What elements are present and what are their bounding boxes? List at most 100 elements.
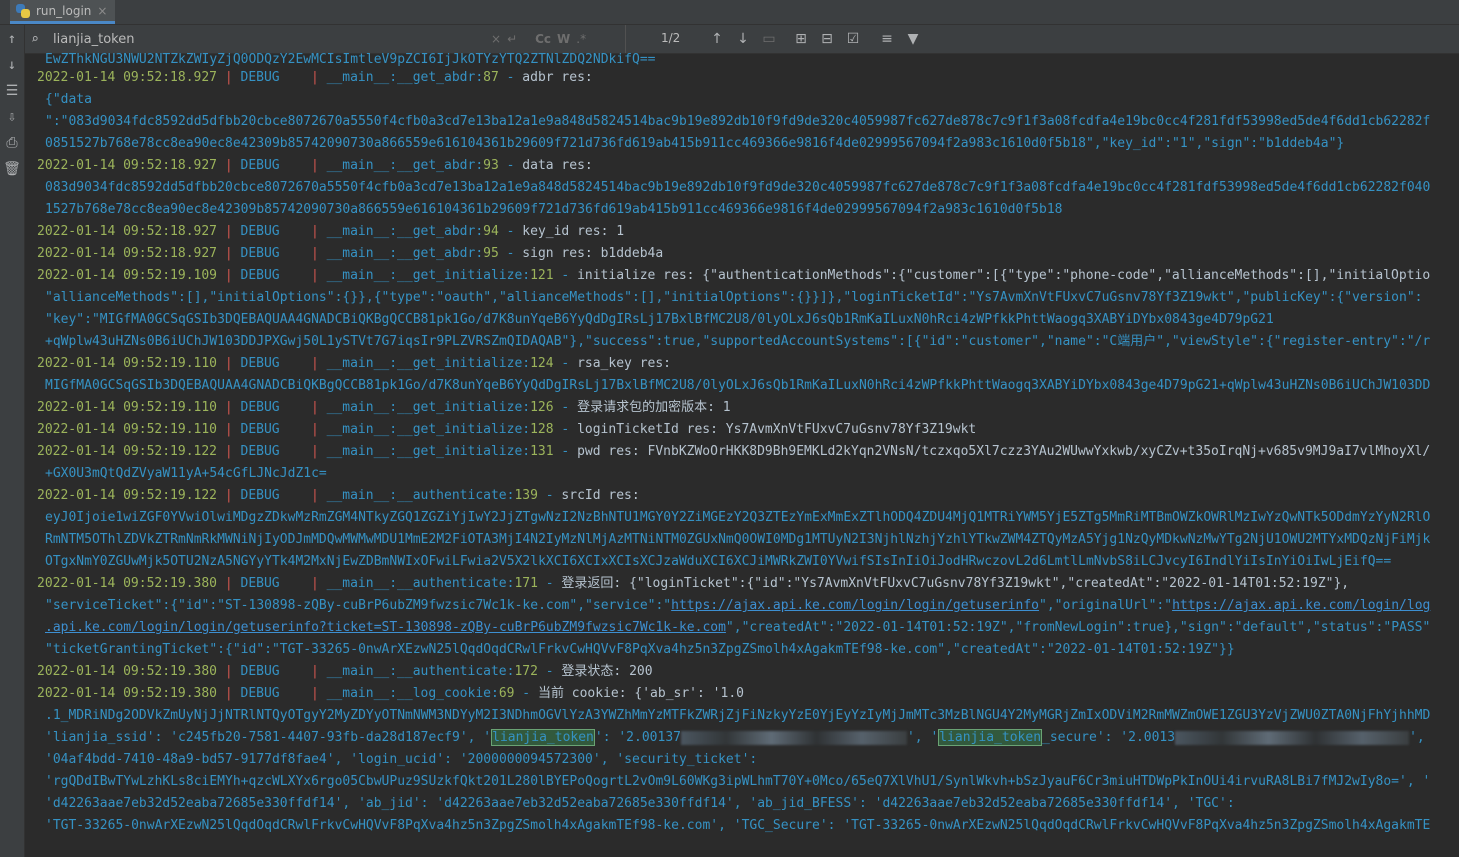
clear-icon[interactable]: × <box>491 32 501 46</box>
log-continuation: "allianceMethods":[],"initialOptions":{}… <box>45 290 1423 305</box>
print-icon[interactable]: ⎙ <box>2 133 22 153</box>
separator: - <box>498 158 523 173</box>
console-line: MIGfMA0GCSqGSIb3DQEBAQUAA4GNADCBiQKBgQCC… <box>25 375 1459 397</box>
log-message: adbr res: <box>522 70 593 85</box>
search-input[interactable] <box>51 27 485 51</box>
search-icon[interactable]: ⌕ <box>31 32 51 47</box>
url-link[interactable]: https://ajax.api.ke.com/login/login/getu… <box>671 598 1039 613</box>
log-module: __main__:__get_abdr <box>326 158 476 173</box>
console-line: 2022-01-14 09:52:19.110 | DEBUG | __main… <box>25 397 1459 419</box>
select-all-occurrences-icon[interactable]: ☑ <box>845 29 861 49</box>
console-line: 2022-01-14 09:52:18.927 | DEBUG | __main… <box>25 243 1459 265</box>
console-line: "ticketGrantingTicket":{"id":"TGT-33265-… <box>25 639 1459 661</box>
separator: | <box>217 246 241 261</box>
log-timestamp: 2022-01-14 09:52:19.122 <box>37 444 218 459</box>
console-line: {"data <box>25 89 1459 111</box>
separator: | <box>217 224 241 239</box>
separator: | <box>279 246 327 261</box>
log-module: __main__:__get_initialize <box>326 268 523 283</box>
log-line-number: 87 <box>483 70 499 85</box>
separator: | <box>217 356 241 371</box>
log-continuation: ': '2.00137 <box>594 730 681 745</box>
console-line: 'TGT-33265-0nwArXEzwN25lQqdOqdCRwlFrkvCw… <box>25 815 1459 837</box>
console-line: 2022-01-14 09:52:18.927 | DEBUG | __main… <box>25 221 1459 243</box>
remove-occurrence-icon[interactable]: ⊟ <box>819 29 835 49</box>
next-occurrence-icon[interactable]: ↓ <box>735 29 751 49</box>
add-occurrence-icon[interactable]: ⊞ <box>793 29 809 49</box>
console-line: "key":"MIGfMA0GCSqGSIb3DQEBAQUAA4GNADCBi… <box>25 309 1459 331</box>
log-module: __main__:__authenticate <box>326 576 507 591</box>
tab-run-login[interactable]: run_login × <box>10 0 116 24</box>
console-line: RmNTM5OThlZDVkZTRmNmRkMWNiNjIyODJmMDQwMW… <box>25 529 1459 551</box>
separator: | <box>279 224 327 239</box>
separator: | <box>217 400 241 415</box>
previous-occurrence-icon[interactable]: ↑ <box>709 29 725 49</box>
log-continuation: +qWplw43uHZNs0B6iUChJW103DDJPXGwj50L1yST… <box>45 334 1431 349</box>
log-level: DEBUG <box>240 488 280 503</box>
log-timestamp: 2022-01-14 09:52:19.110 <box>37 422 218 437</box>
editor-tab-bar: run_login × <box>0 0 1459 25</box>
console-line: 2022-01-14 09:52:19.122 | DEBUG | __main… <box>25 441 1459 463</box>
log-continuation: {"data <box>45 92 92 107</box>
log-continuation: 0851527b768e78cc8ea90ec8e42309b857420907… <box>45 136 1345 151</box>
log-timestamp: 2022-01-14 09:52:19.380 <box>37 576 218 591</box>
log-module: __main__:__authenticate <box>326 664 507 679</box>
separator: : <box>475 246 484 261</box>
log-continuation: MIGfMA0GCSqGSIb3DQEBAQUAA4GNADCBiQKBgQCC… <box>45 378 1431 393</box>
new-line-icon[interactable]: ↵ <box>507 32 517 46</box>
log-line-number: 94 <box>483 224 499 239</box>
log-continuation: 083d9034fdc8592dd5dfbb20cbce8072670a5550… <box>45 180 1431 195</box>
separator: | <box>279 686 327 701</box>
console-line: 2022-01-14 09:52:19.109 | DEBUG | __main… <box>25 265 1459 287</box>
log-level: DEBUG <box>240 246 280 261</box>
open-in-window-icon[interactable]: ▭ <box>761 29 777 49</box>
console-line: 2022-01-14 09:52:18.927 | DEBUG | __main… <box>25 155 1459 177</box>
console-line: OTgxNmY0ZGUwMjk5OTU2NzA5NGYyYTk4M2MxNjEw… <box>25 551 1459 573</box>
soft-wrap-icon[interactable]: ☰ <box>2 81 22 101</box>
separator: - <box>553 268 578 283</box>
log-message: data res: <box>522 158 593 173</box>
console-line: 'lianjia_ssid': 'c245fb20-7581-4407-93fb… <box>25 727 1459 749</box>
separator: | <box>217 686 241 701</box>
url-link[interactable]: https://ajax.api.ke.com/login/log <box>1172 598 1430 613</box>
log-module: __main__:__get_abdr <box>326 70 476 85</box>
console-line: 2022-01-14 09:52:19.380 | DEBUG | __main… <box>25 573 1459 595</box>
log-continuation: 1527b768e78cc8ea90ec8e42309b85742090730a… <box>45 202 1063 217</box>
log-continuation: ","originalUrl":" <box>1039 598 1173 613</box>
separator: | <box>279 664 327 679</box>
arrow-down-icon[interactable]: ↓ <box>2 55 22 75</box>
console-line: 'd42263aae7eb32d52eaba72685e330ffdf14', … <box>25 793 1459 815</box>
console-line: 'rgQDdIBwTYwLzhKLs8ciEMYh+qzcWLXYx6rgo05… <box>25 771 1459 793</box>
log-line-number: 131 <box>530 444 554 459</box>
log-continuation: 'TGT-33265-0nwArXEzwN25lQqdOqdCRwlFrkvCw… <box>45 818 1431 833</box>
console-line: +GX0U3mQtQdZVyaW11yA+54cGfLJNcJdZ1c= <box>25 463 1459 485</box>
search-match-highlight: lianjia_token <box>938 729 1043 746</box>
filter-options-icon[interactable]: ≡ <box>879 29 895 49</box>
log-continuation: ', <box>1409 730 1425 745</box>
whole-words-toggle[interactable]: W <box>557 32 570 46</box>
console-output: EwZThkNGU3NWU2NTZkZWIyZjQ0ODQzY2EwMCIsIm… <box>25 53 1459 857</box>
redacted-value <box>680 730 907 745</box>
console-line: +qWplw43uHZNs0B6iUChJW103DDJPXGwj50L1yST… <box>25 331 1459 353</box>
log-timestamp: 2022-01-14 09:52:18.927 <box>37 70 218 85</box>
arrow-up-icon[interactable]: ↑ <box>2 29 22 49</box>
separator: | <box>279 70 327 85</box>
separator: : <box>490 686 499 701</box>
trash-icon[interactable]: 🗑 <box>2 159 22 179</box>
close-icon[interactable]: × <box>97 4 107 18</box>
console-line: 2022-01-14 09:52:19.110 | DEBUG | __main… <box>25 353 1459 375</box>
separator: | <box>217 664 241 679</box>
log-message: 登录请求包的加密版本: 1 <box>577 400 731 415</box>
separator: : <box>475 158 484 173</box>
log-level: DEBUG <box>240 664 280 679</box>
regex-toggle[interactable]: .* <box>576 32 586 46</box>
filter-icon[interactable]: ▼ <box>905 29 921 49</box>
match-case-toggle[interactable]: Cc <box>535 32 551 46</box>
console-line: 2022-01-14 09:52:19.380 | DEBUG | __main… <box>25 661 1459 683</box>
scroll-to-end-icon[interactable]: ⇩ <box>2 107 22 127</box>
log-continuation: RmNTM5OThlZDVkZTRmNmRkMWNiNjIyODJmMDQwMW… <box>45 532 1431 547</box>
console-line: ":"083d9034fdc8592dd5dfbb20cbce8072670a5… <box>25 111 1459 133</box>
separator: | <box>217 422 241 437</box>
log-timestamp: 2022-01-14 09:52:19.380 <box>37 664 218 679</box>
url-link[interactable]: .api.ke.com/login/login/getuserinfo?tick… <box>45 620 726 635</box>
